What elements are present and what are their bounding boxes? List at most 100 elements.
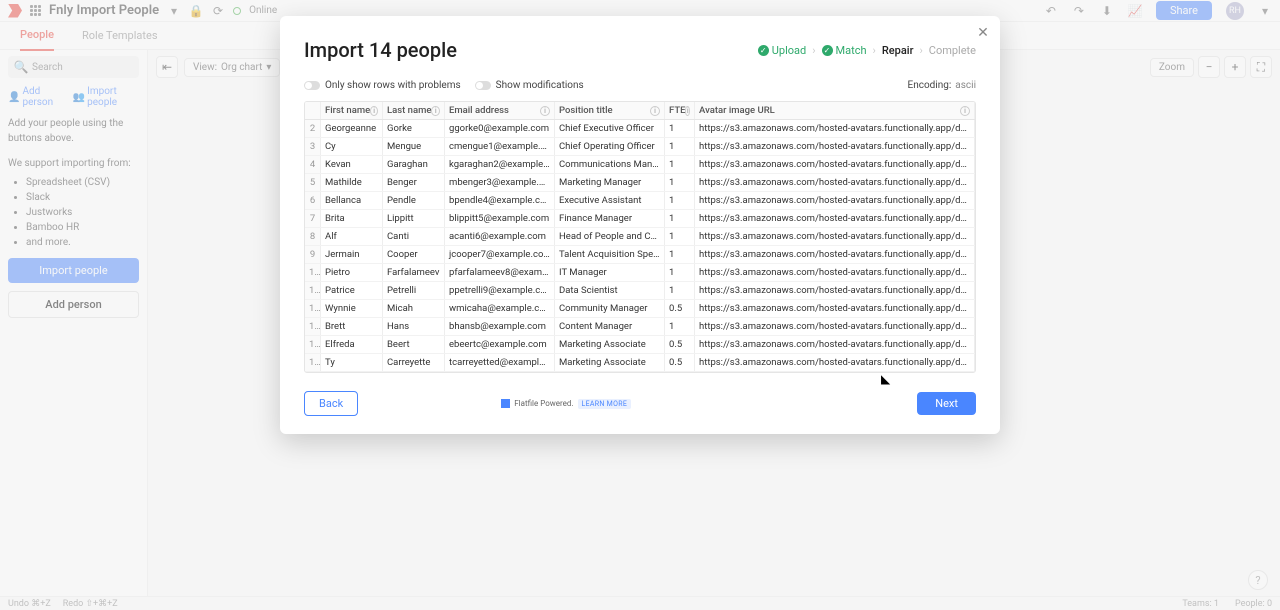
table-cell[interactable]: https://s3.amazonaws.com/hosted-avatars.…: [695, 192, 975, 209]
table-cell[interactable]: Mengue: [383, 138, 445, 155]
table-cell[interactable]: Executive Assistant: [555, 192, 665, 209]
table-cell[interactable]: ppetrelli9@example.com: [445, 282, 555, 299]
table-cell[interactable]: Communications Manager: [555, 156, 665, 173]
flatfile-badge[interactable]: Flatfile Powered. LEARN MORE: [501, 399, 631, 409]
modal-scrim[interactable]: ✕ Import 14 people ✓Upload › ✓Match › Re…: [0, 0, 1280, 610]
table-cell[interactable]: https://s3.amazonaws.com/hosted-avatars.…: [695, 300, 975, 317]
info-icon[interactable]: i: [540, 106, 550, 116]
table-cell[interactable]: ggorke0@example.com: [445, 120, 555, 137]
table-row[interactable]: 14ElfredaBeertebeertc@example.comMarketi…: [305, 336, 975, 354]
table-cell[interactable]: Brita: [321, 210, 383, 227]
table-cell[interactable]: Bellanca: [321, 192, 383, 209]
table-row[interactable]: 13BrettHansbhansb@example.comContent Man…: [305, 318, 975, 336]
table-cell[interactable]: 0.5: [665, 354, 695, 371]
table-row[interactable]: 10PietroFarfalameevpfarfalameev8@example…: [305, 264, 975, 282]
table-cell[interactable]: 1: [665, 246, 695, 263]
table-row[interactable]: 7BritaLippittblippitt5@example.comFinanc…: [305, 210, 975, 228]
table-cell[interactable]: 1: [665, 228, 695, 245]
info-icon[interactable]: i: [650, 106, 660, 116]
table-row[interactable]: 3CyMenguecmengue1@example.comChief Opera…: [305, 138, 975, 156]
table-cell[interactable]: Gorke: [383, 120, 445, 137]
table-cell[interactable]: Wynnie: [321, 300, 383, 317]
col-header[interactable]: FTEi: [665, 102, 695, 119]
table-cell[interactable]: Cy: [321, 138, 383, 155]
table-cell[interactable]: Farfalameev: [383, 264, 445, 281]
table-cell[interactable]: Beert: [383, 336, 445, 353]
info-icon[interactable]: i: [960, 106, 970, 116]
table-cell[interactable]: Alf: [321, 228, 383, 245]
table-cell[interactable]: 1: [665, 174, 695, 191]
table-cell[interactable]: bpendle4@example.com: [445, 192, 555, 209]
table-cell[interactable]: ebeertc@example.com: [445, 336, 555, 353]
table-cell[interactable]: 12: [305, 300, 321, 317]
table-cell[interactable]: bhansb@example.com: [445, 318, 555, 335]
table-cell[interactable]: tcarreyetted@example.com: [445, 354, 555, 371]
table-cell[interactable]: Community Manager: [555, 300, 665, 317]
table-cell[interactable]: Canti: [383, 228, 445, 245]
table-cell[interactable]: Data Scientist: [555, 282, 665, 299]
table-cell[interactable]: 1: [665, 264, 695, 281]
table-cell[interactable]: Content Manager: [555, 318, 665, 335]
table-cell[interactable]: acanti6@example.com: [445, 228, 555, 245]
table-cell[interactable]: 5: [305, 174, 321, 191]
table-cell[interactable]: 11: [305, 282, 321, 299]
table-row[interactable]: 15TyCarreyettetcarreyetted@example.comMa…: [305, 354, 975, 372]
table-cell[interactable]: https://s3.amazonaws.com/hosted-avatars.…: [695, 174, 975, 191]
table-cell[interactable]: https://s3.amazonaws.com/hosted-avatars.…: [695, 336, 975, 353]
table-cell[interactable]: blippitt5@example.com: [445, 210, 555, 227]
table-cell[interactable]: https://s3.amazonaws.com/hosted-avatars.…: [695, 264, 975, 281]
table-cell[interactable]: https://s3.amazonaws.com/hosted-avatars.…: [695, 210, 975, 227]
table-cell[interactable]: 0.5: [665, 336, 695, 353]
col-header[interactable]: Last namei: [383, 102, 445, 119]
info-icon[interactable]: i: [370, 106, 378, 116]
table-cell[interactable]: 1: [665, 156, 695, 173]
table-cell[interactable]: 13: [305, 318, 321, 335]
table-cell[interactable]: Kevan: [321, 156, 383, 173]
table-row[interactable]: 8AlfCantiacanti6@example.comHead of Peop…: [305, 228, 975, 246]
table-row[interactable]: 5MathildeBengermbenger3@example.comMarke…: [305, 174, 975, 192]
table-row[interactable]: 4KevanGaraghankgaraghan2@example.comComm…: [305, 156, 975, 174]
table-cell[interactable]: pfarfalameev8@example.com: [445, 264, 555, 281]
table-row[interactable]: 9JermainCooperjcooper7@example.comTalent…: [305, 246, 975, 264]
table-cell[interactable]: 7: [305, 210, 321, 227]
table-cell[interactable]: jcooper7@example.com: [445, 246, 555, 263]
table-cell[interactable]: https://s3.amazonaws.com/hosted-avatars.…: [695, 228, 975, 245]
col-header[interactable]: First namei: [321, 102, 383, 119]
table-cell[interactable]: Chief Operating Officer: [555, 138, 665, 155]
table-cell[interactable]: cmengue1@example.com: [445, 138, 555, 155]
table-cell[interactable]: 1: [665, 282, 695, 299]
table-cell[interactable]: kgaraghan2@example.com: [445, 156, 555, 173]
col-header[interactable]: Position titlei: [555, 102, 665, 119]
table-cell[interactable]: Micah: [383, 300, 445, 317]
table-cell[interactable]: Carreyette: [383, 354, 445, 371]
table-cell[interactable]: Pietro: [321, 264, 383, 281]
table-cell[interactable]: 1: [665, 138, 695, 155]
table-cell[interactable]: Hans: [383, 318, 445, 335]
table-cell[interactable]: 10: [305, 264, 321, 281]
table-cell[interactable]: https://s3.amazonaws.com/hosted-avatars.…: [695, 120, 975, 137]
table-cell[interactable]: 15: [305, 354, 321, 371]
toggle-problems[interactable]: Only show rows with problems: [304, 80, 461, 91]
info-icon[interactable]: i: [685, 106, 690, 116]
table-cell[interactable]: Benger: [383, 174, 445, 191]
table-cell[interactable]: IT Manager: [555, 264, 665, 281]
table-cell[interactable]: Brett: [321, 318, 383, 335]
table-cell[interactable]: Pendle: [383, 192, 445, 209]
table-cell[interactable]: Cooper: [383, 246, 445, 263]
info-icon[interactable]: i: [431, 106, 440, 116]
col-header[interactable]: Avatar image URLi: [695, 102, 975, 119]
table-cell[interactable]: 1: [665, 318, 695, 335]
table-cell[interactable]: Ty: [321, 354, 383, 371]
table-cell[interactable]: Marketing Associate: [555, 354, 665, 371]
table-cell[interactable]: 4: [305, 156, 321, 173]
table-cell[interactable]: 14: [305, 336, 321, 353]
table-cell[interactable]: Finance Manager: [555, 210, 665, 227]
table-cell[interactable]: Georgeanne: [321, 120, 383, 137]
table-cell[interactable]: mbenger3@example.com: [445, 174, 555, 191]
table-cell[interactable]: Talent Acquisition Specialist: [555, 246, 665, 263]
table-cell[interactable]: 8: [305, 228, 321, 245]
table-row[interactable]: 12WynnieMicahwmicaha@example.comCommunit…: [305, 300, 975, 318]
table-cell[interactable]: 3: [305, 138, 321, 155]
table-cell[interactable]: Jermain: [321, 246, 383, 263]
close-icon[interactable]: ✕: [974, 24, 992, 42]
